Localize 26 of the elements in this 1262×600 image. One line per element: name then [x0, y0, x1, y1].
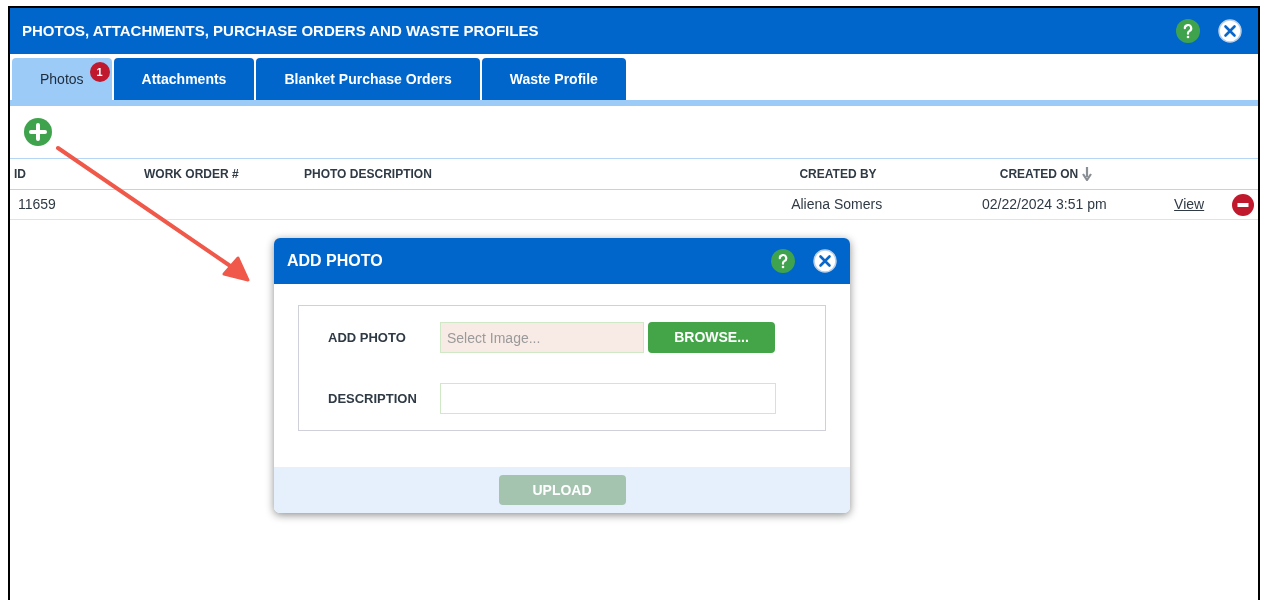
view-link[interactable]: View	[1174, 196, 1205, 212]
remove-icon[interactable]	[1232, 193, 1254, 216]
help-icon[interactable]	[771, 249, 795, 273]
tab[interactable]: Photos 1	[12, 58, 112, 100]
help-icon[interactable]	[1176, 19, 1200, 43]
tab[interactable]: Waste Profile	[481, 58, 626, 100]
column-header[interactable]: CREATED BY	[799, 165, 877, 183]
column-header[interactable]: ID	[14, 165, 26, 183]
tab[interactable]: Attachments	[113, 58, 255, 100]
table-cell: 11659	[18, 196, 56, 212]
column-header[interactable]: CREATED ON	[999, 165, 1079, 183]
close-icon[interactable]	[813, 249, 837, 273]
field-label: ADD PHOTO	[328, 328, 407, 347]
field-label: DESCRIPTION	[328, 389, 418, 408]
column-header[interactable]: WORK ORDER #	[144, 165, 239, 183]
description-field[interactable]	[440, 383, 776, 414]
add-icon[interactable]	[24, 118, 52, 146]
dialog-title: ADD PHOTO	[287, 251, 383, 271]
close-icon[interactable]	[1218, 19, 1242, 43]
count-badge: 1	[89, 62, 110, 82]
table-cell: Aliena Somers	[791, 196, 883, 212]
column-header[interactable]: PHOTO DESCRIPTION	[304, 165, 432, 183]
tab[interactable]: Blanket Purchase Orders	[256, 58, 480, 100]
window-title: PHOTOS, ATTACHMENTS, PURCHASE ORDERS AND WASTE PROFILES	[22, 20, 539, 41]
file-field[interactable]: Select Image...	[440, 322, 644, 353]
table-cell: 02/22/2024 3:51 pm	[982, 196, 1107, 212]
